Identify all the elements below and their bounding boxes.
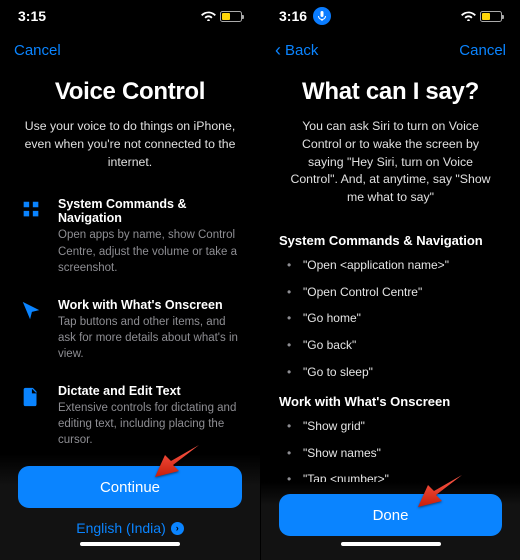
page-subtitle: You can ask Siri to turn on Voice Contro… [279, 118, 502, 207]
feature-title: Dictate and Edit Text [58, 384, 242, 398]
language-button[interactable]: English (India) › [18, 520, 242, 536]
command-list: "Open <application name>" "Open Control … [279, 258, 502, 380]
feature-desc: Tap buttons and other items, and ask for… [58, 314, 242, 362]
footer: Done [261, 482, 520, 560]
content-area: Voice Control Use your voice to do thing… [0, 68, 260, 454]
battery-icon [220, 11, 242, 22]
feature-system-commands: System Commands & Navigation Open apps b… [18, 197, 242, 275]
cancel-button[interactable]: Cancel [14, 42, 61, 59]
page-subtitle: Use your voice to do things on iPhone, e… [18, 118, 242, 171]
footer: Continue English (India) › [0, 454, 260, 560]
feature-title: Work with What's Onscreen [58, 298, 242, 312]
done-button[interactable]: Done [279, 494, 502, 536]
app-grid-icon [18, 197, 44, 275]
back-button[interactable]: ‹ Back [275, 40, 318, 61]
feature-onscreen: Work with What's Onscreen Tap buttons an… [18, 298, 242, 362]
home-indicator[interactable] [341, 542, 441, 546]
language-label: English (India) [76, 520, 166, 536]
pointer-icon [18, 298, 44, 362]
status-time: 3:15 [18, 8, 46, 24]
list-item: "Go back" [287, 338, 502, 354]
status-time: 3:16 [279, 8, 307, 24]
feature-desc: Open apps by name, show Control Centre, … [58, 227, 242, 275]
feature-desc: Extensive controls for dictating and edi… [58, 400, 242, 448]
cancel-button[interactable]: Cancel [459, 42, 506, 59]
nav-bar: ‹ Back Cancel [261, 32, 520, 68]
battery-icon [480, 11, 502, 22]
list-item: "Go to sleep" [287, 365, 502, 381]
voice-control-active-icon [313, 7, 331, 25]
home-indicator[interactable] [80, 542, 180, 546]
wifi-icon [201, 8, 216, 24]
nav-bar: Cancel [0, 32, 260, 68]
status-right [461, 8, 502, 24]
status-bar: 3:15 [0, 0, 260, 32]
feature-title: System Commands & Navigation [58, 197, 242, 225]
continue-button[interactable]: Continue [18, 466, 242, 508]
what-can-i-say-screen: 3:16 ‹ Back Cancel What can I say? You c… [260, 0, 520, 560]
list-item: "Show grid" [287, 419, 502, 435]
list-item: "Open Control Centre" [287, 285, 502, 301]
page-title: What can I say? [279, 78, 502, 106]
content-area: What can I say? You can ask Siri to turn… [261, 68, 520, 482]
chevron-right-icon: › [171, 522, 184, 535]
command-list: "Show grid" "Show names" "Tap <number>" … [279, 419, 502, 482]
list-item: "Tap <number>" [287, 472, 502, 482]
voice-control-intro-screen: 3:15 Cancel Voice Control Use your voice… [0, 0, 260, 560]
status-bar: 3:16 [261, 0, 520, 32]
list-item: "Show names" [287, 446, 502, 462]
document-icon [18, 384, 44, 448]
back-label: Back [285, 42, 318, 59]
section-header: Work with What's Onscreen [279, 394, 502, 409]
status-right [201, 8, 242, 24]
section-header: System Commands & Navigation [279, 233, 502, 248]
page-title: Voice Control [18, 78, 242, 106]
list-item: "Open <application name>" [287, 258, 502, 274]
feature-dictate: Dictate and Edit Text Extensive controls… [18, 384, 242, 448]
chevron-left-icon: ‹ [275, 40, 281, 61]
wifi-icon [461, 8, 476, 24]
list-item: "Go home" [287, 311, 502, 327]
